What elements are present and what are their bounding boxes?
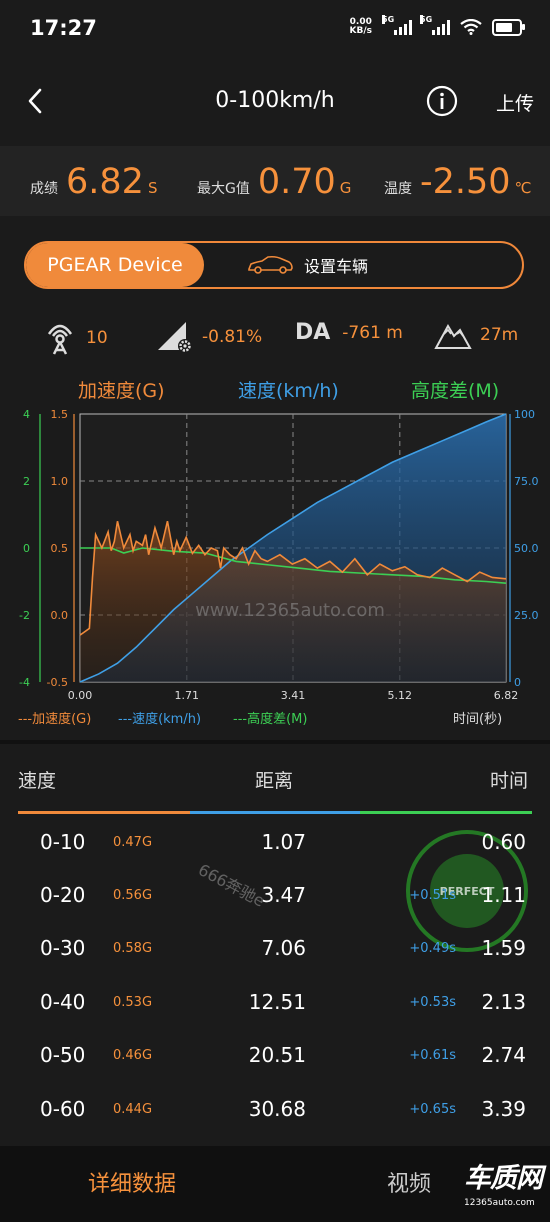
speed-title: 速度(km/h) xyxy=(238,380,339,402)
section-divider xyxy=(0,740,550,744)
legend-altitude: ---高度差(M) xyxy=(233,712,308,727)
table-row: 0-50 0.46G 20.51 +0.61s 2.74 xyxy=(40,1043,526,1067)
table-header: 速度 距离 时间 xyxy=(0,762,550,802)
x-tick-label: 6.82 xyxy=(494,689,519,702)
performance-chart: 0.00 1.71 3.41 5.12 6.82 4 2 0 -2 -4 1.5 1.0 0.5 0.0 -… xyxy=(19,408,539,702)
altitude-tick-label: 0 xyxy=(23,542,30,555)
page-title: 0-100km/h xyxy=(215,88,335,113)
table-row: 0-40 0.53G 12.51 +0.53s 2.13 xyxy=(40,990,526,1014)
slope-icon xyxy=(158,322,192,353)
car-icon xyxy=(248,255,293,274)
accel-tick-label: -0.5 xyxy=(47,676,68,689)
altitude-tick-label: -2 xyxy=(19,609,30,622)
chart-watermark: www.12365auto.com xyxy=(195,600,385,621)
mountain-icon xyxy=(434,323,472,349)
status-icons: 0.00 KB/s 5G 5G xyxy=(349,15,525,36)
speed-tick-label: 25.0 xyxy=(514,609,539,622)
tab-detail-data[interactable]: 详细数据 xyxy=(88,1166,176,1198)
wifi-icon xyxy=(460,19,482,35)
table-row: 0-30 0.58G 7.06 +0.49s 1.59 xyxy=(40,936,526,960)
legend-accel: ---加速度(G) xyxy=(18,712,92,727)
tab-video[interactable]: 视频 xyxy=(387,1166,431,1198)
underline-speed xyxy=(18,811,190,814)
speed-tick-label: 0 xyxy=(514,676,521,689)
speed-tick-label: 100 xyxy=(514,408,535,421)
x-tick-label: 5.12 xyxy=(388,689,413,702)
accel-tick-label: 0.5 xyxy=(51,542,69,555)
accel-tick-label: 1.0 xyxy=(51,475,69,488)
info-icon[interactable] xyxy=(426,85,458,117)
battery-icon xyxy=(492,18,525,36)
accel-tick-label: 1.5 xyxy=(51,408,69,421)
header: 0-100km/h 上传 xyxy=(0,70,550,134)
status-time: 17:27 xyxy=(30,16,97,40)
upload-button[interactable]: 上传 xyxy=(496,89,534,116)
table-row: 0-10 0.47G 1.07 0.60 xyxy=(40,830,526,854)
source-switch: PGEAR Device 设置车辆 xyxy=(24,241,524,289)
device-tab[interactable]: PGEAR Device xyxy=(26,243,204,287)
altitude-tick-label: 2 xyxy=(23,475,30,488)
x-axis-label: 时间(秒) xyxy=(453,712,503,727)
legend-speed: ---速度(km/h) xyxy=(118,712,202,727)
table-row: 0-60 0.44G 30.68 +0.65s 3.39 xyxy=(40,1097,526,1121)
altitude-title: 高度差(M) xyxy=(411,380,500,402)
altitude-tick-label: 4 xyxy=(23,408,30,421)
col-speed: 速度 xyxy=(18,770,57,792)
vehicle-tab[interactable]: 设置车辆 xyxy=(246,243,368,287)
results-bar: 成绩 6.82 S 最大G值 0.70 G 温度 -2.50 ℃ xyxy=(0,146,550,216)
status-bar: 17:27 0.00 KB/s 5G 5G xyxy=(0,0,550,60)
vehicle-label: 设置车辆 xyxy=(304,257,369,276)
x-tick-label: 0.00 xyxy=(68,689,93,702)
density-altitude: DA -761 m xyxy=(295,320,403,345)
speed-tick-label: 75.0 xyxy=(514,475,539,488)
x-tick-label: 3.41 xyxy=(281,689,306,702)
bottom-tab-bar: 详细数据 视频 车质网 12365auto.com xyxy=(0,1146,550,1222)
altitude-tick-label: -4 xyxy=(19,676,30,689)
underline-time xyxy=(360,811,532,814)
accel-title: 加速度(G) xyxy=(78,380,165,402)
x-tick-label: 1.71 xyxy=(175,689,200,702)
col-distance: 距离 xyxy=(255,770,294,792)
maxg-result: 最大G值 0.70 G xyxy=(197,162,352,202)
underline-distance xyxy=(190,811,360,814)
table-row: 0-20 0.56G 3.47 +0.51s 1.11 xyxy=(40,883,526,907)
network-speed: 0.00 KB/s xyxy=(349,17,372,36)
signal-icon: 5G xyxy=(420,15,450,35)
chart-legend: ---加速度(G) ---速度(km/h) ---高度差(M) 时间(秒) xyxy=(0,708,550,728)
brand-logo: 车质网 12365auto.com xyxy=(464,1163,543,1208)
slope-readout: -0.81% xyxy=(156,320,262,354)
altitude-readout: 27m xyxy=(434,320,518,350)
temp-result: 温度 -2.50 ℃ xyxy=(384,162,532,202)
satellite-count: 10 xyxy=(42,320,108,356)
sensor-row: 10 -0.81% DA -761 m 27m xyxy=(0,314,550,366)
score-result: 成绩 6.82 S xyxy=(30,162,158,202)
col-time: 时间 xyxy=(490,770,529,792)
signal-icon: 5G xyxy=(382,15,412,35)
speed-tick-label: 50.0 xyxy=(514,542,539,555)
satellite-icon xyxy=(47,324,73,355)
accel-tick-label: 0.0 xyxy=(51,609,69,622)
